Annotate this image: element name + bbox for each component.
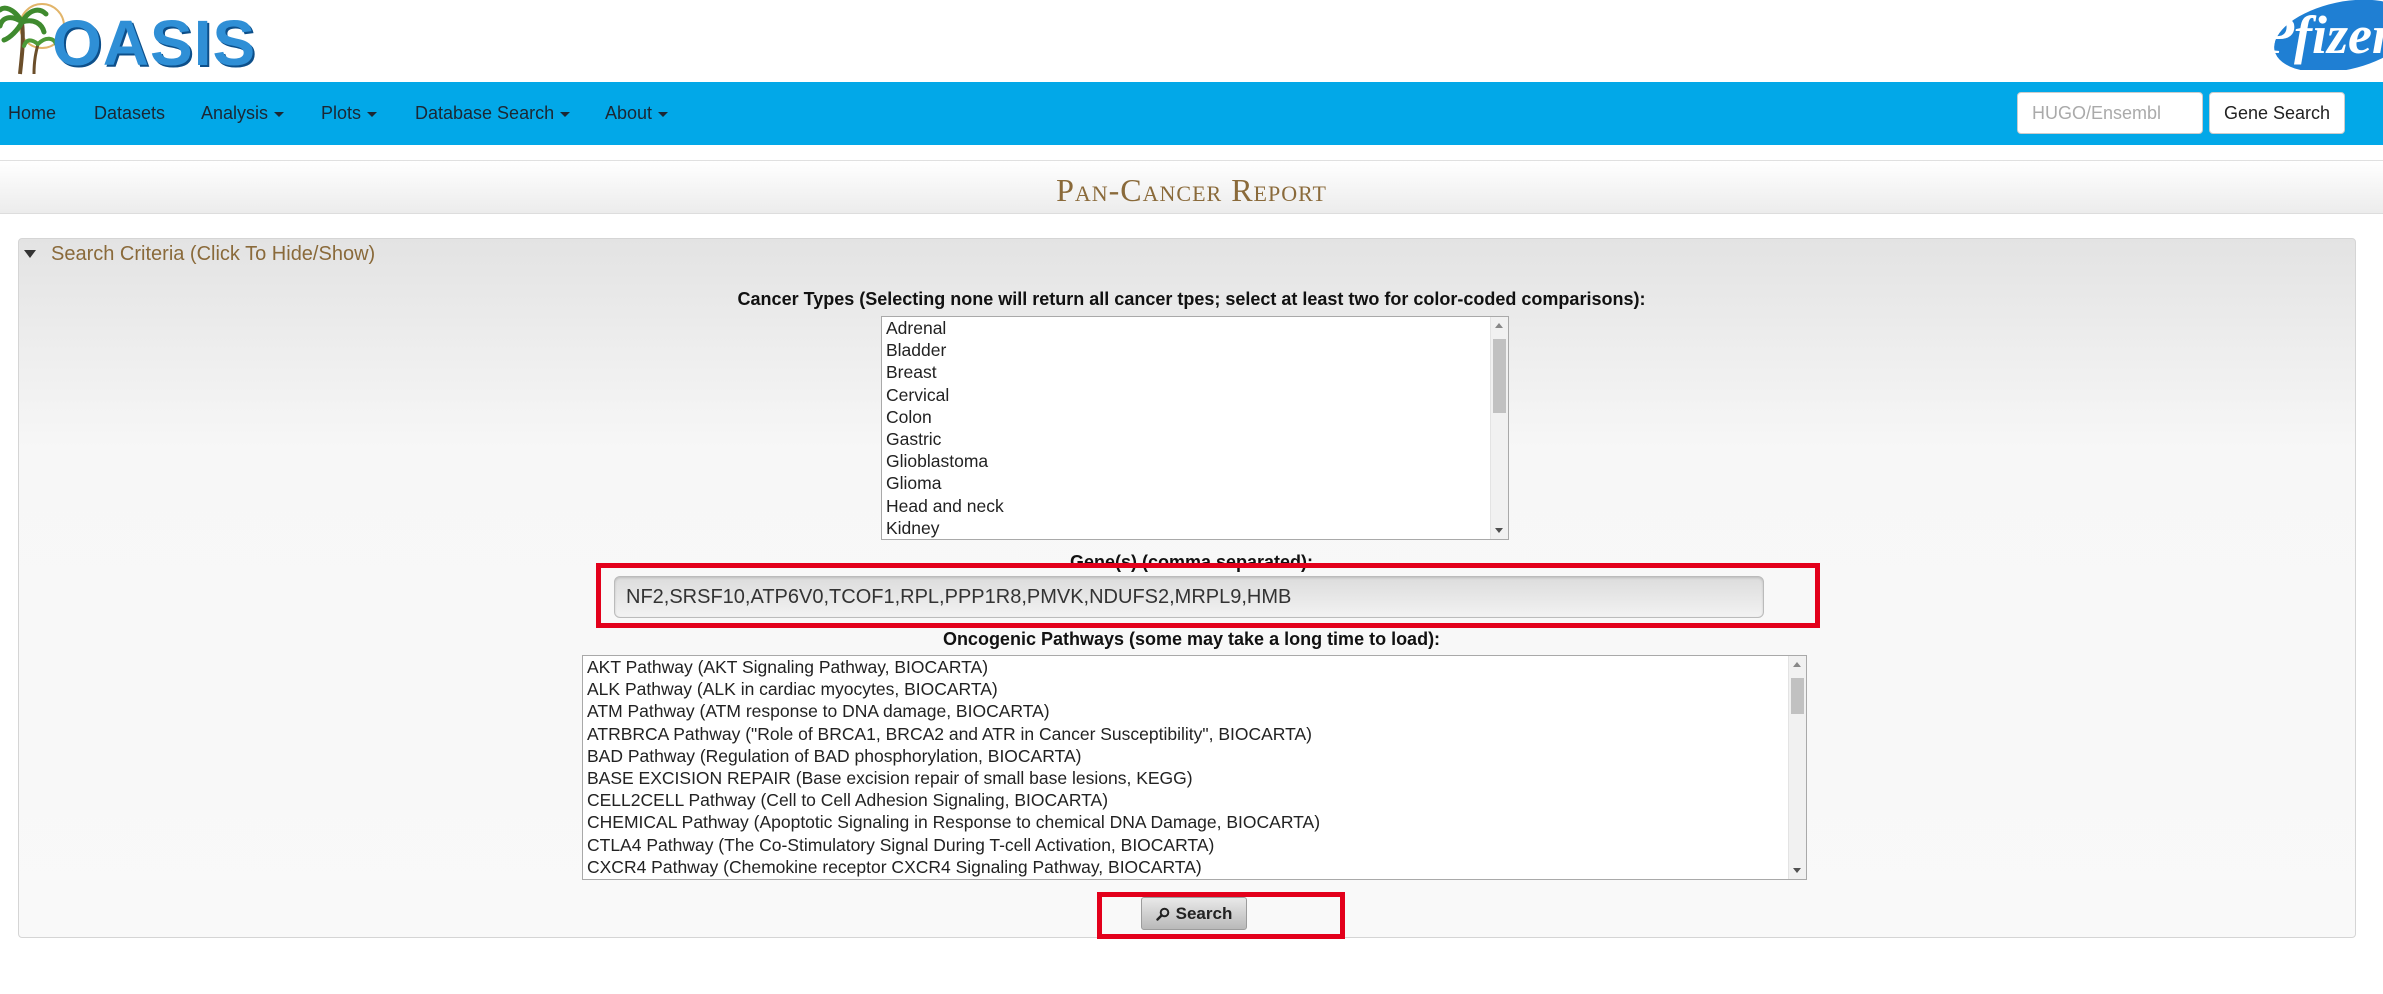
scroll-down-icon[interactable] (1495, 528, 1503, 533)
nav-plots-label: Plots (321, 103, 362, 123)
scroll-up-icon[interactable] (1793, 662, 1801, 667)
pathways-label: Oncogenic Pathways (some may take a long… (942, 629, 1441, 649)
list-item[interactable]: BAD Pathway (Regulation of BAD phosphory… (583, 745, 1806, 767)
nav-home-label: Home (8, 103, 57, 123)
list-item[interactable]: Glioblastoma (882, 450, 1508, 472)
list-item[interactable]: Kidney (882, 517, 1508, 539)
nav-plots[interactable]: Plots (321, 82, 378, 145)
nav-home[interactable]: Home (8, 82, 56, 145)
search-button-label: Search (1175, 903, 1233, 923)
list-item[interactable]: CHEMICAL Pathway (Apoptotic Signaling in… (583, 811, 1806, 833)
nav-database-search-label: Database Search (415, 103, 555, 123)
magnifier-icon (1155, 907, 1169, 921)
list-item[interactable]: BASE EXCISION REPAIR (Base excision repa… (583, 767, 1806, 789)
nav-about-label: About (605, 103, 653, 123)
scroll-thumb[interactable] (1493, 339, 1506, 413)
list-item[interactable]: Cervical (882, 384, 1508, 406)
header: OASIS Pfizer (0, 0, 2383, 82)
scrollbar[interactable] (1490, 317, 1508, 539)
list-item[interactable]: AKT Pathway (AKT Signaling Pathway, BIOC… (583, 656, 1806, 678)
list-item[interactable]: CXCR4 Pathway (Chemokine receptor CXCR4 … (583, 856, 1806, 878)
genes-label: Gene(s) (comma separated): (1069, 552, 1314, 572)
nav-analysis-label: Analysis (201, 103, 269, 123)
list-item[interactable]: ALK Pathway (ALK in cardiac myocytes, BI… (583, 678, 1806, 700)
list-item[interactable]: Bladder (882, 339, 1508, 361)
nav-datasets-label: Datasets (94, 103, 166, 123)
list-item[interactable]: ATRBRCA Pathway ("Role of BRCA1, BRCA2 a… (583, 723, 1806, 745)
scrollbar[interactable] (1788, 656, 1806, 879)
scroll-down-icon[interactable] (1793, 868, 1801, 873)
nav-datasets[interactable]: Datasets (94, 82, 165, 145)
search-button[interactable]: Search (1141, 897, 1247, 930)
page-title: Pan-Cancer Report (1056, 172, 1327, 208)
logo-text: OASIS (52, 7, 257, 79)
gene-search-button[interactable]: Gene Search (2209, 92, 2345, 134)
nav-analysis[interactable]: Analysis (201, 82, 285, 145)
list-item[interactable]: CELL2CELL Pathway (Cell to Cell Adhesion… (583, 789, 1806, 811)
list-item[interactable]: Colon (882, 406, 1508, 428)
list-item[interactable]: Breast (882, 361, 1508, 383)
list-item[interactable]: Gastric (882, 428, 1508, 450)
list-item[interactable]: Head and neck (882, 495, 1508, 517)
list-item[interactable]: Glioma (882, 472, 1508, 494)
caret-down-icon (658, 111, 669, 117)
list-item[interactable]: CTLA4 Pathway (The Co-Stimulatory Signal… (583, 834, 1806, 856)
cancer-types-list[interactable]: Adrenal Bladder Breast Cervical Colon Ga… (881, 316, 1509, 540)
caret-down-icon (560, 111, 571, 117)
gene-search-input[interactable] (2017, 92, 2203, 134)
nav-database-search[interactable]: Database Search (415, 82, 571, 145)
caret-down-icon (274, 111, 285, 117)
search-criteria-toggle[interactable]: Search Criteria (Click To Hide/Show) (51, 243, 375, 266)
genes-input[interactable] (614, 576, 1764, 618)
pfizer-logo-text: Pfizer (2261, 5, 2383, 65)
caret-down-icon (367, 111, 378, 117)
cancer-types-label: Cancer Types (Selecting none will return… (737, 289, 1646, 309)
pfizer-logo[interactable]: Pfizer (2261, 0, 2383, 70)
list-item[interactable]: Adrenal (882, 317, 1508, 339)
scroll-thumb[interactable] (1791, 678, 1804, 714)
list-item[interactable]: ATM Pathway (ATM response to DNA damage,… (583, 700, 1806, 722)
triangle-down-icon[interactable] (24, 250, 36, 258)
scroll-up-icon[interactable] (1495, 323, 1503, 328)
nav-about[interactable]: About (605, 82, 669, 145)
pathways-list[interactable]: AKT Pathway (AKT Signaling Pathway, BIOC… (582, 655, 1807, 880)
oasis-logo[interactable]: OASIS (0, 0, 260, 82)
